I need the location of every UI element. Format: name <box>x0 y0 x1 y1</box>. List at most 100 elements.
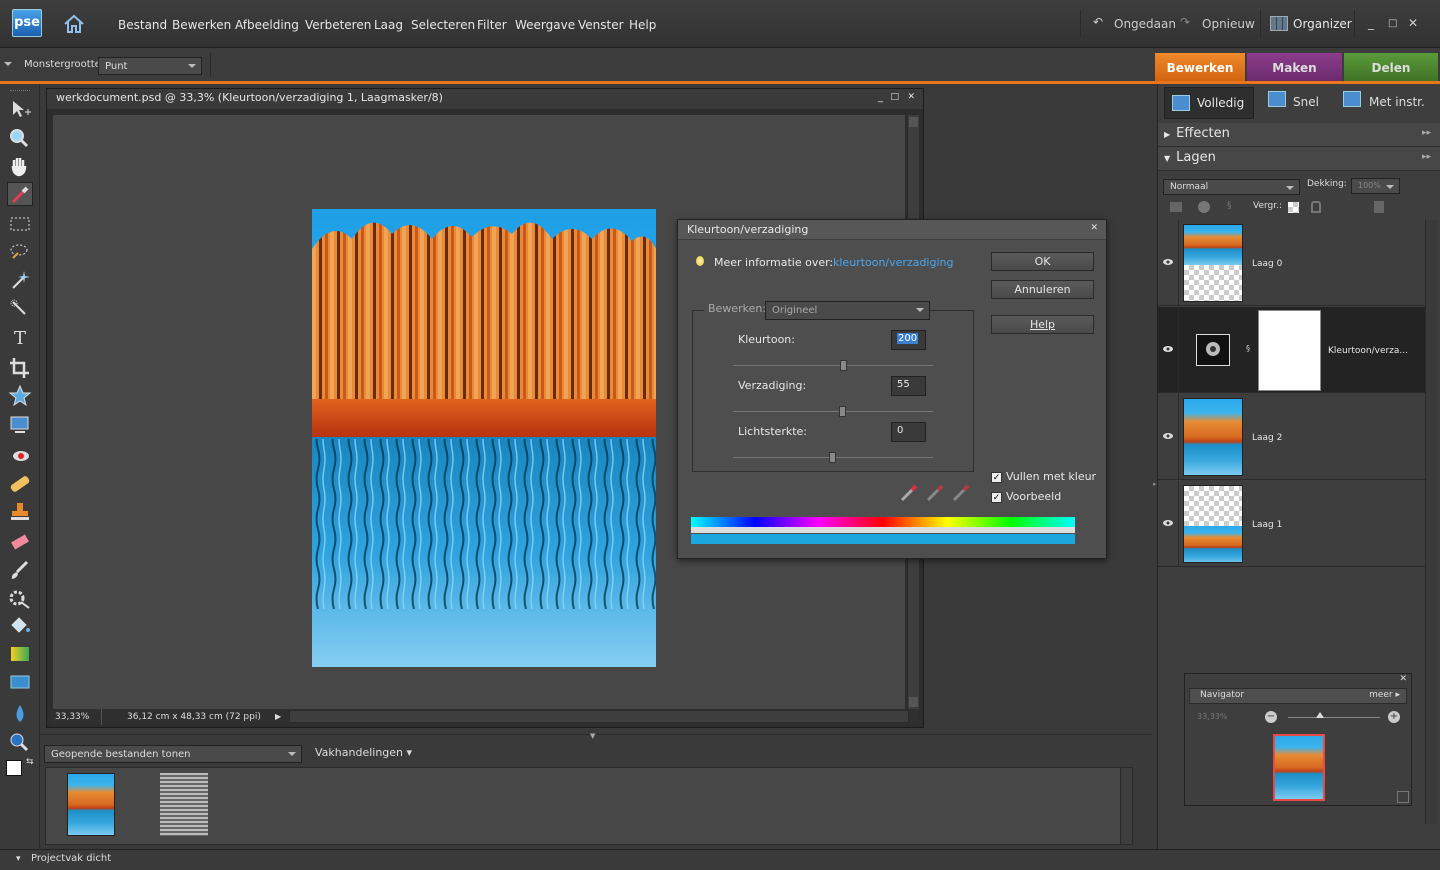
marquee-tool-icon[interactable] <box>7 212 33 236</box>
tab-delen[interactable]: Delen <box>1344 53 1438 83</box>
home-icon[interactable] <box>62 12 86 36</box>
blur-tool-icon[interactable] <box>7 702 33 726</box>
menu-selecteren[interactable]: Selecteren <box>411 18 475 32</box>
zoom-in-icon[interactable]: + <box>1388 711 1400 723</box>
straighten-tool-icon[interactable] <box>7 412 33 436</box>
edit-select[interactable]: Origineel <box>765 301 930 320</box>
dialog-close-icon[interactable]: ✕ <box>1090 223 1098 233</box>
brush-icon[interactable] <box>7 558 33 582</box>
healing-brush-icon[interactable] <box>7 472 33 496</box>
tool-preset-icon[interactable] <box>4 62 12 66</box>
gradient-icon[interactable] <box>7 642 33 666</box>
menu-verbeteren[interactable]: Verbeteren <box>305 18 371 32</box>
eye-icon[interactable] <box>1162 517 1174 529</box>
menu-bewerken[interactable]: Bewerken <box>172 18 231 32</box>
hue-slider[interactable] <box>733 360 933 371</box>
navigator-tab[interactable]: Navigator <box>1200 690 1244 700</box>
organizer-button[interactable]: Organizer <box>1293 17 1352 31</box>
swap-colors-icon[interactable]: ⇆ <box>26 757 34 767</box>
hue-input[interactable]: 200 <box>891 330 926 350</box>
ok-button[interactable]: OK <box>991 252 1094 271</box>
help-button[interactable]: Help <box>991 315 1094 334</box>
shape-tool-icon[interactable] <box>7 670 33 694</box>
cookie-cutter-icon[interactable] <box>7 384 33 408</box>
foreground-color-swatch[interactable] <box>6 760 22 776</box>
menu-afbeelding[interactable]: Afbeelding <box>235 18 299 32</box>
eyedropper-plus-icon[interactable] <box>924 482 946 505</box>
eyedropper-icon[interactable] <box>898 482 920 505</box>
saturation-slider-thumb[interactable] <box>839 406 846 417</box>
minimize-icon[interactable]: _ <box>1368 16 1374 30</box>
navigator-more[interactable]: meer ▸ <box>1369 690 1400 700</box>
menu-venster[interactable]: Venster <box>578 18 624 32</box>
layers-scrollbar[interactable] <box>1425 220 1437 824</box>
project-bin-toggle[interactable]: Projectvak dicht <box>31 853 111 864</box>
horizontal-scrollbar[interactable] <box>289 710 909 723</box>
red-eye-icon[interactable] <box>7 444 33 468</box>
navigator-close-icon[interactable]: ✕ <box>1399 674 1407 684</box>
view-guided-button[interactable]: Met instr. <box>1369 95 1425 109</box>
eraser-icon[interactable] <box>7 530 33 554</box>
lightness-input[interactable]: 0 <box>891 422 926 442</box>
panel-menu-icon[interactable]: ▸▸ <box>1422 128 1431 138</box>
preview-checkbox[interactable]: ✓ <box>991 492 1002 503</box>
navigator-zoom-slider[interactable] <box>1288 712 1380 718</box>
layer-row[interactable]: Laag 0 <box>1158 220 1425 306</box>
project-bin-toggle-icon[interactable]: ▾ <box>16 854 21 864</box>
tab-maken[interactable]: Maken <box>1247 53 1342 83</box>
doc-maximize-icon[interactable]: □ <box>890 92 899 102</box>
layer-row[interactable]: Laag 2 <box>1158 394 1425 480</box>
bin-thumbnail-layers[interactable] <box>160 773 208 836</box>
blend-mode-select[interactable]: Normaal <box>1163 179 1300 195</box>
doc-minimize-icon[interactable]: _ <box>878 92 883 103</box>
tab-bewerken[interactable]: Bewerken <box>1155 53 1245 83</box>
menu-filter[interactable]: Filter <box>477 18 507 32</box>
type-tool-icon[interactable]: T <box>7 328 33 352</box>
selection-brush-icon[interactable] <box>7 296 33 320</box>
navigator-preview[interactable] <box>1273 734 1325 801</box>
redo-button[interactable]: Opnieuw <box>1202 17 1255 31</box>
lock-all-icon[interactable] <box>1311 201 1321 213</box>
cancel-button[interactable]: Annuleren <box>991 280 1094 299</box>
menu-weergave[interactable]: Weergave <box>515 18 575 32</box>
menu-bestand[interactable]: Bestand <box>118 18 167 32</box>
menu-help[interactable]: Help <box>629 18 656 32</box>
link-icon[interactable]: § <box>1227 201 1232 211</box>
trash-icon[interactable] <box>1374 201 1384 213</box>
view-full-button[interactable]: Volledig <box>1164 87 1254 119</box>
layouts-menu[interactable]: Vakhandelingen ▾ <box>315 746 412 759</box>
lasso-tool-icon[interactable] <box>7 240 33 264</box>
resize-grip-icon[interactable] <box>1397 791 1409 803</box>
eye-icon[interactable] <box>1162 343 1174 355</box>
clone-stamp-icon[interactable] <box>7 500 33 524</box>
eye-icon[interactable] <box>1162 256 1174 268</box>
smart-brush-icon[interactable] <box>7 586 33 610</box>
layer-row-selected[interactable]: § Kleurtoon/verza... <box>1158 307 1425 393</box>
status-menu-arrow-icon[interactable]: ▶ <box>275 712 281 721</box>
adjustment-layer-icon[interactable] <box>1198 201 1210 213</box>
undo-button[interactable]: Ongedaan <box>1114 17 1176 31</box>
info-link[interactable]: kleurtoon/verzadiging <box>833 256 953 269</box>
new-layer-icon[interactable] <box>1170 202 1182 212</box>
paint-bucket-icon[interactable] <box>7 614 33 638</box>
close-icon[interactable]: ✕ <box>1408 16 1418 30</box>
move-tool-icon[interactable] <box>7 98 33 122</box>
eyedropper-minus-icon[interactable] <box>950 482 972 505</box>
zoom-out-icon[interactable]: − <box>1265 711 1277 723</box>
navigator-zoom-thumb[interactable] <box>1316 712 1324 718</box>
panel-menu-icon[interactable]: ▸▸ <box>1422 152 1431 162</box>
bin-collapse-icon[interactable]: ▼ <box>590 732 595 740</box>
effects-panel-header[interactable]: ▶ Effecten ▸▸ <box>1158 123 1440 147</box>
crop-tool-icon[interactable] <box>7 356 33 380</box>
view-quick-button[interactable]: Snel <box>1293 95 1319 109</box>
layer-row[interactable]: Laag 1 <box>1158 481 1425 567</box>
doc-close-icon[interactable]: ✕ <box>907 92 915 102</box>
colorize-checkbox[interactable]: ✓ <box>991 472 1002 483</box>
saturation-slider[interactable] <box>733 406 933 417</box>
magic-wand-tool-icon[interactable] <box>7 268 33 292</box>
bin-scrollbar[interactable] <box>1120 768 1132 844</box>
scroll-up-icon[interactable] <box>909 117 918 127</box>
eyedropper-tool-icon[interactable] <box>7 182 33 206</box>
sample-size-select[interactable]: Punt <box>98 57 202 75</box>
hue-slider-thumb[interactable] <box>840 360 847 371</box>
